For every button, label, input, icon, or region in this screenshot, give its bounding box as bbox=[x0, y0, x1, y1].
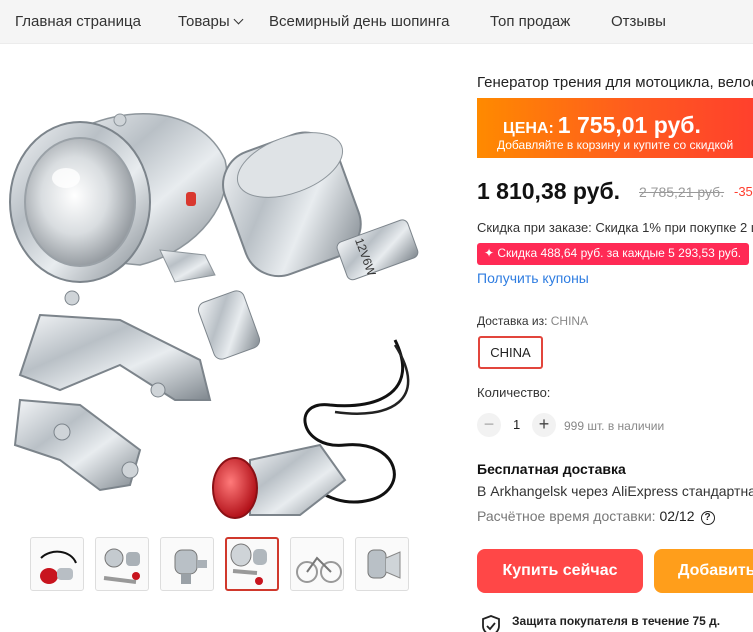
nav-home[interactable]: Главная страница bbox=[15, 13, 141, 30]
product-info: Генератор трения для мотоцикла, велос ЦЕ… bbox=[477, 0, 753, 632]
order-discount-text: Скидка при заказе: Скидка 1% при покупке… bbox=[477, 220, 753, 235]
product-title: Генератор трения для мотоцикла, велос bbox=[477, 74, 753, 91]
nav-world-shopping-day-label: Всемирный день шопинга bbox=[269, 13, 450, 30]
thumbnail-image bbox=[40, 550, 77, 584]
buy-now-button[interactable]: Купить сейчас bbox=[477, 549, 643, 593]
ship-from-label: Доставка из: bbox=[477, 314, 548, 328]
promo-price-value: 1 755,01 руб. bbox=[557, 112, 701, 138]
ship-country-option[interactable]: CHINA bbox=[478, 336, 543, 369]
eta-label: Расчётное время доставки: bbox=[477, 508, 656, 524]
quantity-value[interactable]: 1 bbox=[513, 417, 520, 432]
promo-price-label: ЦЕНА: bbox=[503, 120, 554, 137]
thumbnail-image bbox=[230, 543, 267, 585]
nav-world-shopping-day[interactable]: Всемирный день шопинга bbox=[269, 13, 450, 30]
promo-price: ЦЕНА: 1 755,01 руб. bbox=[503, 112, 701, 139]
ship-to-text: В Arkhangelsk через AliExpress стандартн… bbox=[477, 483, 753, 499]
stock-count: 999 шт. в наличии bbox=[564, 419, 665, 433]
chevron-down-icon bbox=[233, 14, 244, 25]
get-coupons-link[interactable]: Получить купоны bbox=[477, 270, 589, 286]
thumbnail-image bbox=[103, 548, 140, 584]
add-to-cart-button[interactable]: Добавить bbox=[654, 549, 753, 593]
buyer-protection-text: Защита покупателя в течение 75 д. bbox=[512, 614, 721, 628]
product-main-image[interactable]: 12V6W bbox=[0, 60, 450, 520]
help-circle-icon[interactable]: ? bbox=[700, 511, 715, 525]
shield-check-icon bbox=[482, 615, 500, 632]
discount-percent: -35% bbox=[734, 184, 753, 199]
thumbnail-4[interactable] bbox=[225, 537, 279, 591]
old-price: 2 785,21 руб. bbox=[639, 184, 725, 200]
thumbnail-image bbox=[174, 549, 207, 584]
thumbnail-2[interactable] bbox=[95, 537, 149, 591]
product-photo: 12V6W bbox=[9, 113, 419, 519]
thumbnail-6[interactable] bbox=[355, 537, 409, 591]
free-shipping-title: Бесплатная доставка bbox=[477, 461, 626, 477]
current-price: 1 810,38 руб. bbox=[477, 178, 621, 204]
promo-subtitle: Добавляйте в корзину и купите со скидкой bbox=[497, 138, 734, 152]
thumbnail-5[interactable] bbox=[290, 537, 344, 591]
plus-icon[interactable]: + bbox=[532, 413, 556, 437]
ship-from-value: CHINA bbox=[550, 314, 589, 328]
thumbnail-image bbox=[296, 556, 342, 583]
nav-products[interactable]: Товары bbox=[178, 13, 244, 30]
thumbnail-1[interactable] bbox=[30, 537, 84, 591]
thumbnail-image bbox=[367, 549, 401, 579]
promo-price-banner: ЦЕНА: 1 755,01 руб. Добавляйте в корзину … bbox=[477, 98, 753, 158]
thumbnail-3[interactable] bbox=[160, 537, 214, 591]
nav-home-label: Главная страница bbox=[15, 13, 141, 30]
eta-value: 02/12 bbox=[659, 508, 695, 524]
nav-products-label: Товары bbox=[178, 13, 230, 30]
ship-from: Доставка из: CHINA bbox=[477, 314, 588, 328]
delivery-eta: Расчётное время доставки: 02/12? bbox=[477, 508, 715, 526]
buyer-protection: Защита покупателя в течение 75 д. bbox=[481, 613, 753, 632]
minus-icon[interactable]: − bbox=[477, 413, 501, 437]
coupon-badge[interactable]: ✦ Скидка 488,64 руб. за каждые 5 293,53 … bbox=[477, 243, 749, 265]
quantity-label: Количество: bbox=[477, 385, 551, 400]
